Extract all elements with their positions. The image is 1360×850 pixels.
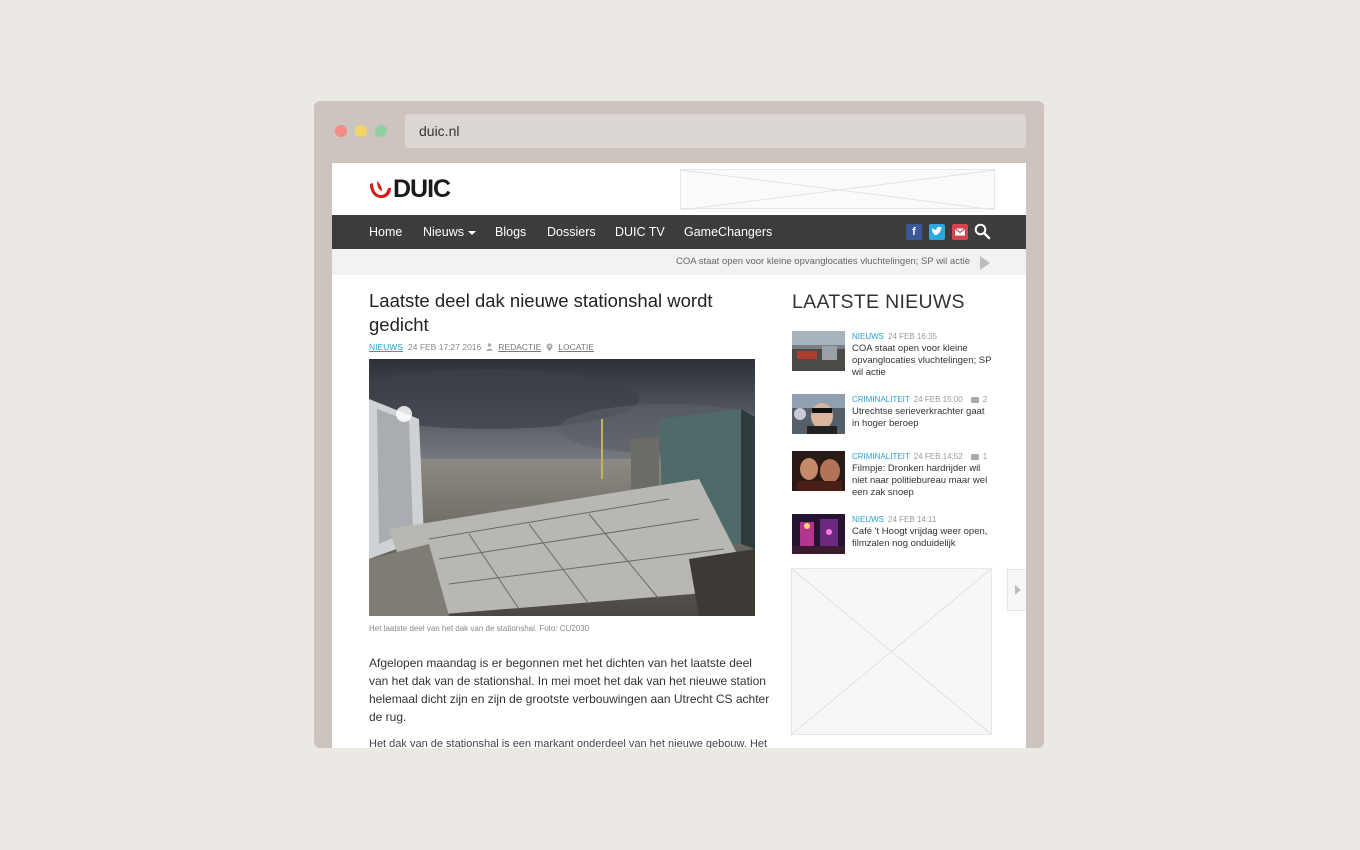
- news-headline[interactable]: COA staat open voor kleine opvanglocatie…: [852, 343, 992, 379]
- location-pin-icon: [546, 343, 553, 351]
- news-ticker: COA staat open voor kleine opvanglocatie…: [332, 249, 1026, 275]
- nav-blogs[interactable]: Blogs: [495, 215, 526, 249]
- nav-duic-tv[interactable]: DUIC TV: [615, 215, 665, 249]
- facebook-icon[interactable]: f: [906, 224, 922, 240]
- comment-count[interactable]: 1: [983, 451, 987, 462]
- comment-icon: [970, 453, 979, 460]
- article-author-link[interactable]: REDACTIE: [498, 342, 541, 352]
- article-title: Laatste deel dak nieuwe stationshal word…: [369, 290, 713, 335]
- nav-gamechangers[interactable]: GameChangers: [684, 215, 772, 249]
- close-dot[interactable]: [335, 125, 347, 137]
- comment-count[interactable]: 2: [983, 394, 987, 405]
- nav-nieuws[interactable]: Nieuws: [423, 215, 476, 249]
- nav-home[interactable]: Home: [369, 215, 402, 249]
- article-date: 24 FEB 17:27 2016: [408, 342, 482, 352]
- nav-nieuws-label: Nieuws: [423, 225, 464, 239]
- maximize-dot[interactable]: [375, 125, 387, 137]
- site-header: DUIC: [332, 163, 1026, 215]
- news-category[interactable]: CRIMINALITEIT: [852, 394, 910, 405]
- banner-ad-placeholder: [680, 169, 996, 210]
- article-location-link[interactable]: LOCATIE: [558, 342, 594, 352]
- sidebar-title: LAATSTE NIEUWS: [792, 291, 965, 313]
- news-category[interactable]: NIEUWS: [852, 331, 884, 342]
- logo-text: DUIC: [393, 175, 451, 203]
- news-headline[interactable]: Café 't Hoogt vrijdag weer open, filmzal…: [852, 526, 992, 550]
- mail-icon[interactable]: [952, 224, 968, 240]
- address-bar[interactable]: duic.nl: [405, 114, 1026, 148]
- article: Laatste deel dak nieuwe stationshal word…: [369, 289, 773, 748]
- ticker-next-icon[interactable]: [980, 256, 990, 270]
- news-date: 24 FEB 14:11: [888, 515, 937, 524]
- article-body: Het dak van de stationshal is een markan…: [369, 738, 768, 748]
- news-thumbnail[interactable]: [792, 394, 845, 434]
- photo-caption: Het laatste deel van het dak van de stat…: [369, 624, 590, 633]
- news-date: 24 FEB 16:35: [888, 332, 937, 341]
- news-thumbnail[interactable]: [792, 451, 845, 491]
- article-photo[interactable]: [369, 359, 755, 616]
- author-icon: [486, 343, 493, 351]
- news-date: 24 FEB 15:00: [913, 395, 963, 404]
- article-category-link[interactable]: NIEUWS: [369, 342, 403, 352]
- news-thumbnail[interactable]: [792, 331, 845, 371]
- ticker-headline[interactable]: COA staat open voor kleine opvanglocatie…: [676, 249, 970, 275]
- duic-logo-icon: [370, 181, 391, 198]
- news-category[interactable]: CRIMINALITEIT: [852, 451, 910, 462]
- article-meta: NIEUWS 24 FEB 17:27 2016 REDACTIE LOCATI…: [369, 342, 773, 352]
- comment-icon: [970, 396, 979, 403]
- search-icon[interactable]: [974, 223, 991, 240]
- article-lead: Afgelopen maandag is er begonnen met het…: [369, 656, 770, 724]
- sidebar-ad-placeholder: [791, 568, 992, 735]
- side-panel-toggle[interactable]: [1007, 569, 1026, 611]
- nav-dossiers[interactable]: Dossiers: [547, 215, 596, 249]
- news-headline[interactable]: Filmpje: Dronken hardrijder wil niet naa…: [852, 463, 992, 499]
- latest-news-sidebar: LAATSTE NIEUWS: [792, 291, 992, 314]
- news-headline[interactable]: Utrechtse serieverkrachter gaat in hoger…: [852, 406, 992, 430]
- minimize-dot[interactable]: [355, 125, 367, 137]
- news-thumbnail[interactable]: [792, 514, 845, 554]
- news-date: 24 FEB 14:52: [913, 452, 963, 461]
- web-page: DUIC Home Nieuws Blogs Dossiers DUIC TV …: [332, 163, 1026, 748]
- caret-down-icon: [468, 230, 476, 235]
- window-controls: [335, 125, 387, 137]
- twitter-icon[interactable]: [929, 224, 945, 240]
- news-category[interactable]: NIEUWS: [852, 514, 884, 525]
- main-navigation: Home Nieuws Blogs Dossiers DUIC TV GameC…: [332, 215, 1026, 249]
- site-logo[interactable]: DUIC: [368, 175, 451, 203]
- browser-window: duic.nl DUIC Home Nieuws Blogs Dossiers: [314, 101, 1044, 748]
